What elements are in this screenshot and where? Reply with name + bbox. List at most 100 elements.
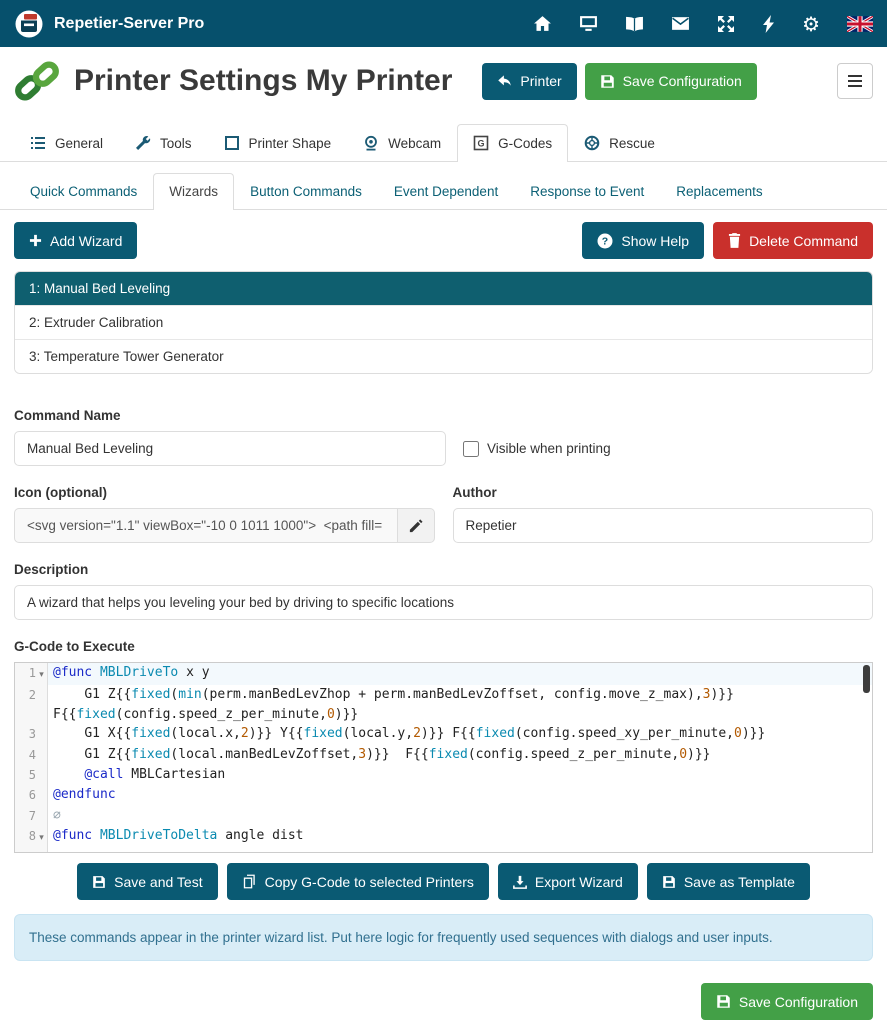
description-input[interactable] [14,585,873,620]
bolt-icon[interactable] [762,15,775,33]
gcode-editor[interactable]: 1▾@func MBLDriveTo x y2 G1 Z{{fixed(min(… [14,662,873,853]
wizard-info-text: These commands appear in the printer wiz… [29,930,773,945]
home-icon[interactable] [533,15,552,32]
code-text: G1 Z{{fixed(min(perm.manBedLevZhop + per… [48,685,872,724]
command-name-input[interactable] [14,431,446,466]
code-text: @func MBLDriveToDelta angle dist [48,826,872,848]
fold-marker-icon[interactable]: ▾ [36,826,47,848]
hamburger-icon [847,74,863,88]
menu-button[interactable] [837,63,873,99]
gear-icon[interactable]: ⚙ [802,14,820,34]
tab-quick-commands-label: Quick Commands [30,184,137,199]
save-as-template-button[interactable]: Save as Template [647,863,810,900]
back-arrow-icon [497,74,512,88]
add-wizard-label: Add Wizard [50,233,122,249]
gcode-editor-lines: 1▾@func MBLDriveTo x y2 G1 Z{{fixed(min(… [15,663,872,853]
description-label: Description [14,562,873,577]
tab-tools[interactable]: Tools [119,124,208,162]
author-input[interactable] [453,508,874,543]
code-line[interactable]: 6@endfunc [15,785,872,805]
tab-printer-shape[interactable]: Printer Shape [208,124,348,162]
line-number-gutter: 1▾ [15,663,48,685]
wizard-list-item[interactable]: 1: Manual Bed Leveling [15,272,872,305]
icon-label: Icon (optional) [14,485,435,500]
wizard-list-item[interactable]: 2: Extruder Calibration [15,305,872,339]
command-name-field: Command Name Visible when printing [14,408,873,466]
main-tab-bar: General Tools Printer Shape Webcam G G-C… [0,124,887,162]
help-icon: ? [597,233,613,249]
toolbar-right-group: ? Show Help Delete Command [582,222,873,259]
wizard-list-item[interactable]: 3: Temperature Tower Generator [15,339,872,373]
tab-quick-commands[interactable]: Quick Commands [14,173,153,210]
gcode-sub-tab-bar: Quick Commands Wizards Button Commands E… [0,173,887,210]
code-line[interactable]: 5 @call MBLCartesian [15,765,872,785]
header-buttons: Printer Save Configuration [482,63,873,100]
tab-wizards-label: Wizards [169,184,218,199]
tab-wizards[interactable]: Wizards [153,173,234,210]
icon-author-row: Icon (optional) Author [14,485,873,543]
footer-save-configuration-button[interactable]: Save Configuration [701,983,873,1020]
line-number-gutter: 6 [15,785,48,805]
visible-when-printing-checkbox[interactable] [463,441,479,457]
tab-general[interactable]: General [14,124,119,162]
tab-replacements[interactable]: Replacements [660,173,778,210]
code-line[interactable]: 7⌀ [15,806,872,826]
monitor-icon[interactable] [579,15,598,32]
fold-marker-icon[interactable]: ▾ [36,663,47,685]
save-icon [716,994,731,1009]
editor-scrollbar[interactable] [863,665,870,693]
tab-gcodes-label: G-Codes [498,136,552,151]
icon-svg-input[interactable] [14,508,398,543]
save-and-test-button[interactable]: Save and Test [77,863,217,900]
tab-replacements-label: Replacements [676,184,762,199]
gcode-icon: G [473,135,489,151]
save-and-test-label: Save and Test [114,874,202,890]
app-logo[interactable] [14,9,44,39]
printer-back-button[interactable]: Printer [482,63,576,100]
tab-webcam[interactable]: Webcam [347,124,457,162]
line-number-gutter: 7 [15,806,48,826]
fold-marker-icon [36,745,47,748]
wizard-list: 1: Manual Bed Leveling 2: Extruder Calib… [14,271,873,374]
copy-gcode-button[interactable]: Copy G-Code to selected Printers [227,863,489,900]
code-line[interactable]: 3 G1 X{{fixed(local.x,2)}} Y{{fixed(loca… [15,724,872,744]
fold-marker-icon [36,849,47,852]
tab-event-dependent[interactable]: Event Dependent [378,173,514,210]
code-line[interactable]: 8▾@func MBLDriveToDelta angle dist [15,826,872,848]
link-icon [14,60,60,102]
code-text: ⌀ [48,806,872,826]
show-help-button[interactable]: ? Show Help [582,222,704,259]
plus-icon [29,234,42,247]
tab-webcam-label: Webcam [388,136,441,151]
add-wizard-button[interactable]: Add Wizard [14,222,137,259]
delete-command-button[interactable]: Delete Command [713,222,873,259]
code-line[interactable]: 9 G1 Z{{fixed(min(perm.manBedLevZhop + p… [15,849,872,853]
code-line[interactable]: 1▾@func MBLDriveTo x y [15,663,872,685]
mail-icon[interactable] [671,16,690,31]
camera-icon [363,135,379,151]
brand-title[interactable]: Repetier-Server Pro [54,15,204,33]
top-navbar: Repetier-Server Pro ⚙ [0,0,887,47]
fold-marker-icon [36,685,47,688]
command-name-label: Command Name [14,408,873,423]
code-line[interactable]: 2 G1 Z{{fixed(min(perm.manBedLevZhop + p… [15,685,872,724]
wizard-form: Command Name Visible when printing Icon … [14,408,873,853]
save-configuration-button[interactable]: Save Configuration [585,63,757,100]
tab-button-commands[interactable]: Button Commands [234,173,378,210]
footer-save-configuration-label: Save Configuration [739,994,858,1010]
tab-gcodes[interactable]: G G-Codes [457,124,568,162]
visible-when-printing-option[interactable]: Visible when printing [463,441,611,457]
edit-icon-button[interactable] [398,508,434,543]
code-text: @endfunc [48,785,872,805]
expand-icon[interactable] [717,15,735,33]
tab-rescue[interactable]: Rescue [568,124,671,162]
tab-response-to-event-label: Response to Event [530,184,644,199]
tab-tools-label: Tools [160,136,192,151]
code-line[interactable]: 4 G1 Z{{fixed(local.manBedLevZoffset,3)}… [15,745,872,765]
uk-flag-icon[interactable] [847,16,873,32]
tab-general-label: General [55,136,103,151]
code-text: G1 X{{fixed(local.x,2)}} Y{{fixed(local.… [48,724,872,744]
export-wizard-button[interactable]: Export Wizard [498,863,638,900]
book-icon[interactable] [625,16,644,32]
tab-response-to-event[interactable]: Response to Event [514,173,660,210]
